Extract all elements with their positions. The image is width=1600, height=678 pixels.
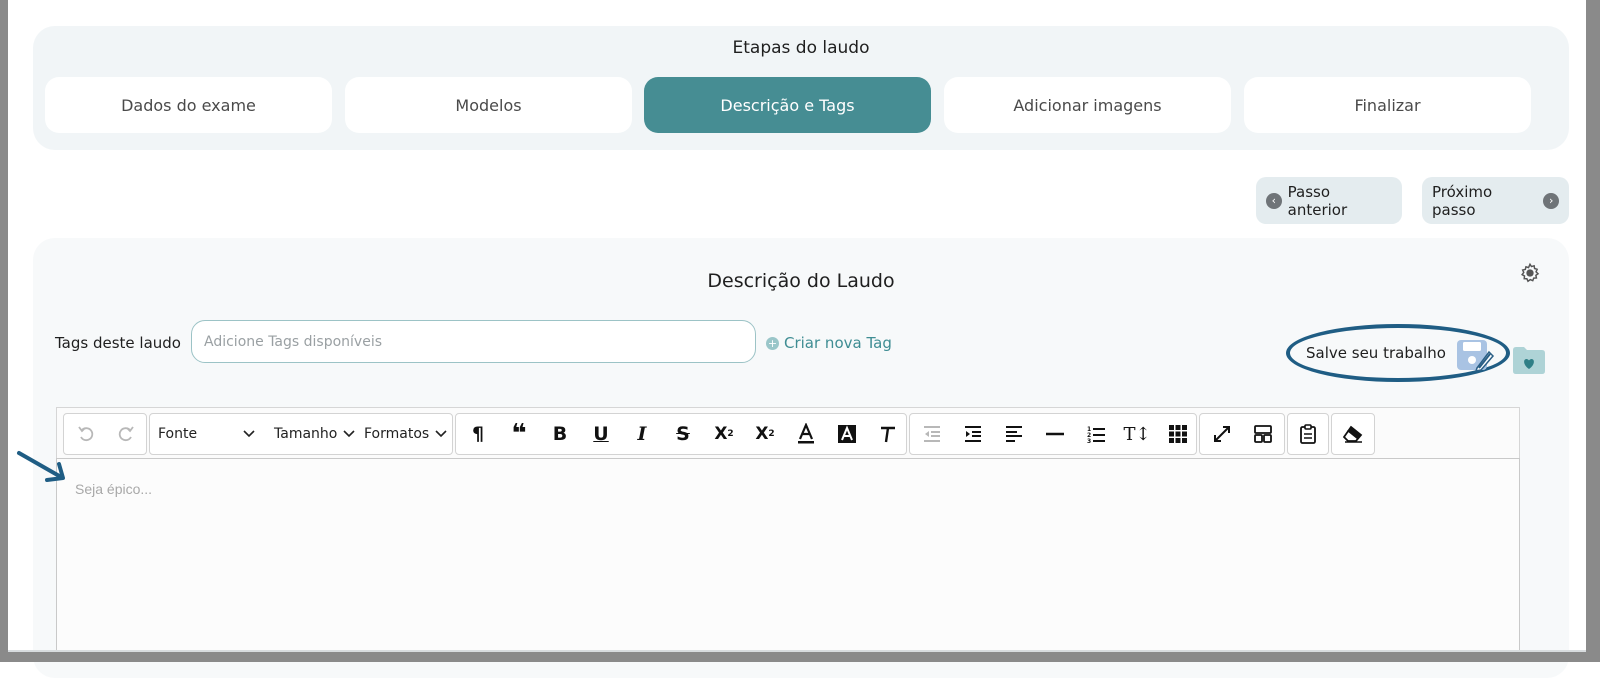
eraser-group bbox=[1331, 413, 1375, 455]
italic-icon[interactable]: I bbox=[622, 414, 662, 454]
next-step-button[interactable]: Próximo passo › bbox=[1422, 177, 1569, 224]
table-icon[interactable] bbox=[1158, 414, 1198, 454]
background-color-icon[interactable] bbox=[827, 414, 867, 454]
font-dropdown-group: Fonte Tamanho Formatos bbox=[149, 413, 453, 455]
step-modelos[interactable]: Modelos bbox=[345, 77, 632, 133]
create-tag-link[interactable]: + Criar nova Tag bbox=[766, 334, 892, 352]
plus-icon: + bbox=[766, 336, 779, 350]
previous-step-button[interactable]: ‹ Passo anterior bbox=[1256, 177, 1402, 224]
save-work-label: Salve seu trabalho bbox=[1306, 344, 1446, 362]
line-height-icon[interactable]: T↕ bbox=[1117, 414, 1157, 454]
clear-format-text-icon[interactable] bbox=[868, 414, 908, 454]
paragraph-icon[interactable]: ¶ bbox=[458, 414, 498, 454]
step-dados-do-exame[interactable]: Dados do exame bbox=[45, 77, 332, 133]
formats-dropdown-label: Formatos bbox=[364, 426, 430, 442]
window-frame-bottom bbox=[0, 652, 1600, 662]
theme-toggle-icon[interactable] bbox=[1519, 262, 1541, 284]
font-dropdown[interactable]: Fonte bbox=[158, 414, 255, 454]
create-tag-label: Criar nova Tag bbox=[784, 334, 892, 352]
redo-icon[interactable] bbox=[106, 414, 146, 454]
chevron-right-icon: › bbox=[1543, 192, 1559, 209]
window-frame-left bbox=[0, 0, 8, 662]
fullscreen-icon[interactable] bbox=[1202, 414, 1242, 454]
tags-label: Tags deste laudo bbox=[55, 334, 181, 352]
indent-icon[interactable] bbox=[953, 414, 993, 454]
tags-input[interactable] bbox=[191, 320, 756, 363]
chevron-down-icon bbox=[243, 427, 255, 441]
text-format-group: ¶ ❝ B U I S X2 X2 bbox=[455, 413, 907, 455]
step-adicionar-imagens[interactable]: Adicionar imagens bbox=[944, 77, 1231, 133]
save-edit-icon[interactable] bbox=[1455, 338, 1495, 372]
align-left-icon[interactable] bbox=[994, 414, 1034, 454]
bold-icon[interactable]: B bbox=[540, 414, 580, 454]
strikethrough-icon[interactable]: S bbox=[663, 414, 703, 454]
step-finalizar[interactable]: Finalizar bbox=[1244, 77, 1531, 133]
subscript-icon[interactable]: X2 bbox=[704, 414, 744, 454]
size-dropdown[interactable]: Tamanho bbox=[274, 414, 355, 454]
window-frame-right bbox=[1586, 0, 1600, 662]
clipboard-icon[interactable] bbox=[1288, 414, 1328, 454]
history-group bbox=[63, 413, 147, 455]
layout-icon[interactable] bbox=[1243, 414, 1283, 454]
eraser-icon[interactable] bbox=[1333, 414, 1373, 454]
previous-step-label: Passo anterior bbox=[1287, 182, 1348, 219]
editor-toolbar: Fonte Tamanho Formatos ¶ ❝ B U I S X2 X2 bbox=[56, 407, 1520, 459]
annotation-arrow-icon bbox=[17, 451, 65, 482]
step-descricao-e-tags[interactable]: Descrição e Tags bbox=[644, 77, 931, 133]
outdent-icon[interactable] bbox=[912, 414, 952, 454]
chevron-down-icon bbox=[343, 427, 355, 441]
view-group bbox=[1199, 413, 1285, 455]
horizontal-rule-icon[interactable] bbox=[1035, 414, 1075, 454]
steps-title: Etapas do laudo bbox=[732, 38, 870, 58]
editor-placeholder: Seja épico... bbox=[75, 481, 153, 497]
next-step-label: Próximo passo bbox=[1432, 182, 1493, 219]
save-work-group: Salve seu trabalho bbox=[1286, 324, 1518, 384]
svg-text:3: 3 bbox=[1087, 438, 1091, 444]
font-dropdown-label: Fonte bbox=[158, 426, 198, 442]
steps-panel: Etapas do laudo Dados do exame Modelos D… bbox=[33, 26, 1569, 150]
paragraph-format-group: 123 T↕ bbox=[909, 413, 1197, 455]
undo-icon[interactable] bbox=[66, 414, 106, 454]
underline-icon[interactable]: U bbox=[581, 414, 621, 454]
superscript-icon[interactable]: X2 bbox=[745, 414, 785, 454]
clipboard-group bbox=[1287, 413, 1329, 455]
numbered-list-icon[interactable]: 123 bbox=[1076, 414, 1116, 454]
card-title: Descrição do Laudo bbox=[707, 270, 895, 292]
editor-content-area[interactable]: Seja épico... bbox=[56, 458, 1520, 658]
size-dropdown-label: Tamanho bbox=[274, 426, 338, 442]
favorite-folder-icon[interactable] bbox=[1511, 344, 1547, 376]
chevron-down-icon bbox=[435, 427, 447, 441]
chevron-left-icon: ‹ bbox=[1266, 192, 1282, 209]
blockquote-icon[interactable]: ❝ bbox=[499, 414, 539, 454]
font-color-icon[interactable] bbox=[786, 414, 826, 454]
formats-dropdown[interactable]: Formatos bbox=[364, 414, 447, 454]
